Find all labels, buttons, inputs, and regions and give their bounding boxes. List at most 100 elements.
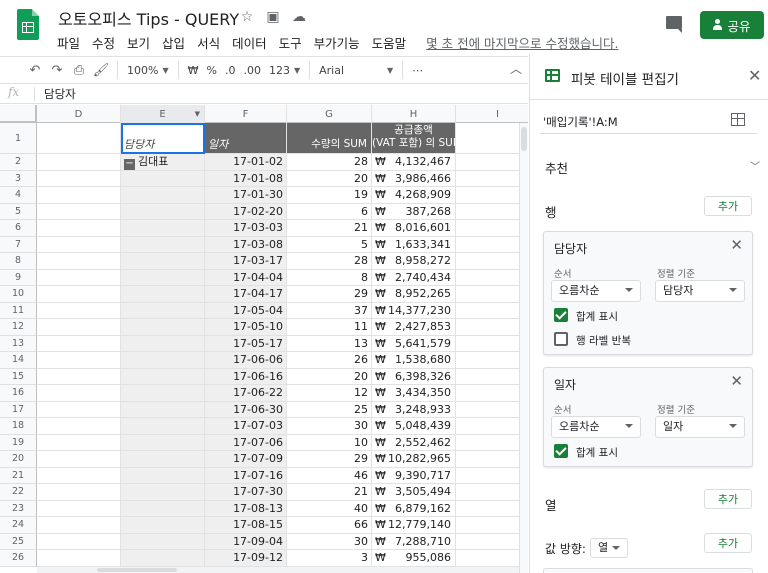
row-header[interactable]: 10 [0, 286, 37, 303]
row-header[interactable]: 19 [0, 434, 37, 451]
cell[interactable] [456, 171, 528, 187]
cell[interactable] [456, 319, 528, 336]
cell[interactable] [456, 204, 528, 220]
cell[interactable] [37, 236, 121, 253]
cell[interactable] [37, 533, 121, 550]
menu-format[interactable]: 서식 [191, 31, 226, 52]
cell[interactable] [456, 468, 528, 484]
amount-cell[interactable]: ₩5,641,579 [372, 335, 456, 352]
pivot-header-date[interactable]: 일자 [205, 123, 287, 154]
menu-addons[interactable]: 부가기능 [308, 31, 366, 52]
cell[interactable] [456, 418, 528, 435]
row-header[interactable]: 3 [0, 170, 37, 187]
row-header[interactable]: 15 [0, 368, 37, 385]
owner-cell[interactable] [121, 253, 205, 270]
menu-insert[interactable]: 삽입 [156, 31, 191, 52]
date-cell[interactable]: 17-07-16 [205, 467, 287, 484]
cell[interactable] [456, 451, 528, 468]
order-select[interactable]: 오름차순 [551, 416, 641, 438]
menu-help[interactable]: 도움말 [366, 31, 413, 52]
row-header[interactable]: 6 [0, 220, 37, 237]
cell[interactable] [456, 385, 528, 402]
qty-cell[interactable]: 5 [287, 236, 372, 253]
menu-edit[interactable]: 수정 [86, 31, 121, 52]
amount-cell[interactable]: ₩7,288,710 [372, 533, 456, 550]
cell[interactable] [456, 369, 528, 385]
column-header-h[interactable]: H [372, 105, 456, 123]
menu-view[interactable]: 보기 [121, 31, 156, 52]
date-cell[interactable]: 17-02-20 [205, 203, 287, 220]
owner-cell[interactable] [121, 434, 205, 451]
menu-file[interactable]: 파일 [51, 31, 86, 52]
cell[interactable] [456, 303, 528, 319]
row-header[interactable]: 5 [0, 203, 37, 220]
formula-input[interactable]: 담당자 [44, 86, 76, 102]
date-cell[interactable]: 17-09-12 [205, 550, 287, 567]
qty-cell[interactable]: 20 [287, 170, 372, 187]
qty-cell[interactable]: 29 [287, 451, 372, 468]
owner-cell[interactable] [121, 187, 205, 204]
row-header[interactable]: 24 [0, 517, 37, 534]
qty-cell[interactable]: 19 [287, 187, 372, 204]
owner-cell[interactable] [121, 484, 205, 501]
sort-by-select[interactable]: 일자 [655, 416, 745, 438]
amount-cell[interactable]: ₩1,633,341 [372, 236, 456, 253]
owner-cell[interactable] [121, 368, 205, 385]
currency-format-button[interactable]: ₩ [184, 59, 203, 81]
qty-cell[interactable]: 26 [287, 352, 372, 369]
owner-cell[interactable] [121, 451, 205, 468]
date-cell[interactable]: 17-08-15 [205, 517, 287, 534]
row-header[interactable]: 13 [0, 335, 37, 352]
cell[interactable] [456, 154, 528, 171]
owner-cell[interactable] [121, 385, 205, 402]
owner-cell[interactable] [121, 517, 205, 534]
cell[interactable] [456, 402, 528, 418]
sheets-logo-icon[interactable] [17, 9, 39, 40]
chevron-up-icon[interactable]: ︿ [510, 60, 522, 77]
show-totals-checkbox[interactable] [554, 444, 568, 458]
qty-cell[interactable]: 40 [287, 500, 372, 517]
cell[interactable] [37, 203, 121, 220]
owner-cell[interactable] [121, 286, 205, 303]
menu-data[interactable]: 데이터 [226, 31, 273, 52]
amount-cell[interactable]: ₩10,282,965 [372, 451, 456, 468]
column-header-f[interactable]: F [205, 105, 287, 123]
row-header[interactable]: 26 [0, 550, 37, 567]
owner-cell[interactable] [121, 203, 205, 220]
owner-cell[interactable] [121, 269, 205, 286]
row-header[interactable]: 16 [0, 385, 37, 402]
chevron-down-icon[interactable]: ﹀ [750, 158, 760, 173]
qty-cell[interactable]: 30 [287, 418, 372, 435]
cell[interactable] [37, 170, 121, 187]
cell[interactable] [37, 154, 121, 171]
sort-by-select[interactable]: 담당자 [655, 280, 745, 302]
redo-icon[interactable]: ↷ [46, 59, 68, 81]
qty-cell[interactable]: 10 [287, 434, 372, 451]
qty-cell[interactable]: 21 [287, 220, 372, 237]
date-cell[interactable]: 17-07-09 [205, 451, 287, 468]
column-header-g[interactable]: G [287, 105, 372, 123]
qty-cell[interactable]: 21 [287, 484, 372, 501]
owner-cell[interactable] [121, 335, 205, 352]
cell[interactable] [37, 550, 121, 567]
date-cell[interactable]: 17-07-30 [205, 484, 287, 501]
row-header[interactable]: 8 [0, 253, 37, 270]
row-header[interactable]: 2 [0, 154, 37, 171]
qty-cell[interactable]: 30 [287, 533, 372, 550]
close-icon[interactable]: ✕ [748, 66, 761, 85]
row-header[interactable]: 12 [0, 319, 37, 336]
font-select[interactable]: Arial ▼ [315, 59, 397, 81]
qty-cell[interactable]: 6 [287, 203, 372, 220]
amount-cell[interactable]: ₩1,538,680 [372, 352, 456, 369]
cell[interactable] [456, 220, 528, 237]
row-header[interactable]: 22 [0, 484, 37, 501]
date-cell[interactable]: 17-06-30 [205, 401, 287, 418]
qty-cell[interactable]: 20 [287, 368, 372, 385]
row-header[interactable]: 9 [0, 269, 37, 286]
collapse-group-icon[interactable]: − [124, 159, 135, 170]
cell[interactable] [37, 517, 121, 534]
amount-cell[interactable]: ₩4,132,467 [372, 154, 456, 171]
row-header[interactable]: 21 [0, 467, 37, 484]
cell[interactable] [456, 123, 528, 154]
date-cell[interactable]: 17-05-04 [205, 302, 287, 319]
